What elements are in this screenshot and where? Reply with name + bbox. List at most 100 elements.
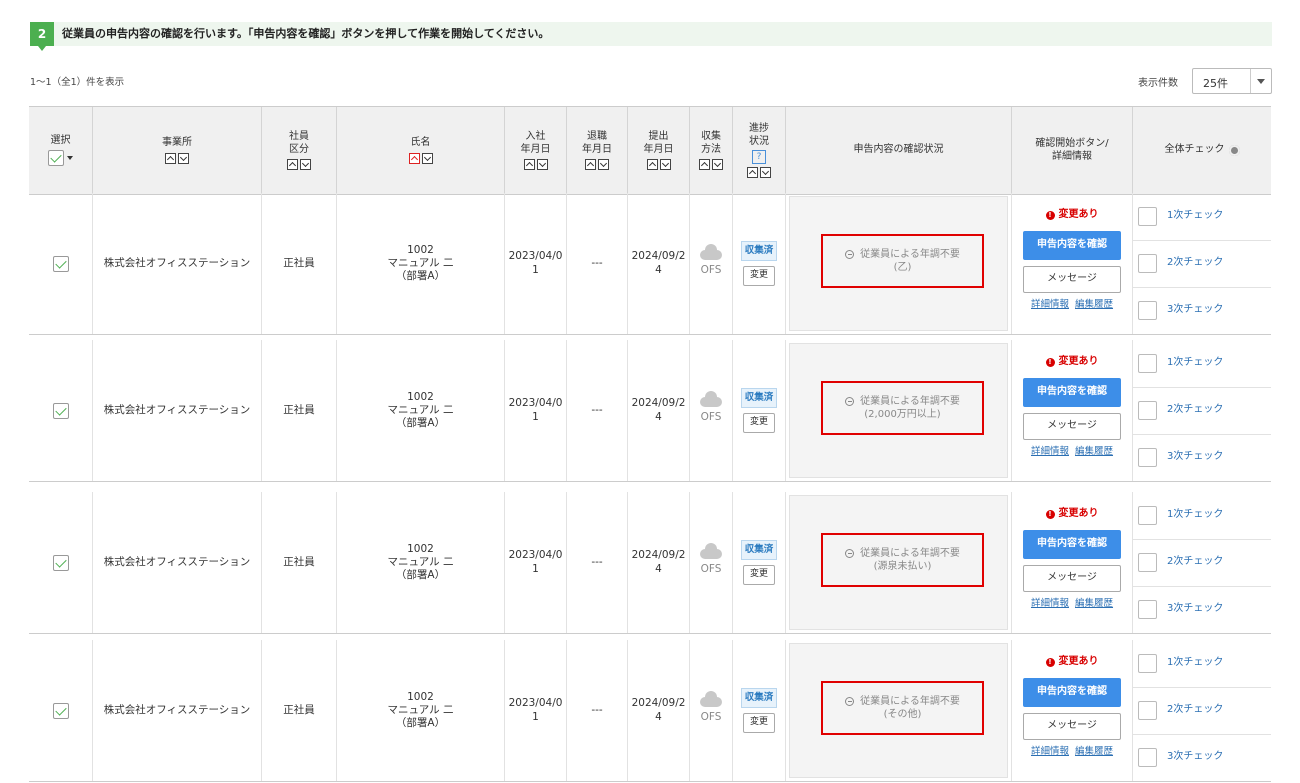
detail-link[interactable]: 詳細情報 — [1031, 598, 1069, 610]
check-row: 2次チェック — [1133, 687, 1271, 735]
sort-asc-icon[interactable] — [523, 159, 535, 170]
change-button[interactable]: 変更 — [742, 413, 775, 433]
message-button[interactable]: メッセージ — [1023, 412, 1121, 440]
sort-desc-icon[interactable] — [536, 159, 548, 170]
history-link[interactable]: 編集履歴 — [1075, 598, 1113, 610]
history-link[interactable]: 編集履歴 — [1075, 746, 1113, 758]
history-link[interactable]: 編集履歴 — [1075, 446, 1113, 458]
message-button[interactable]: メッセージ — [1023, 712, 1121, 740]
check-row: 3次チェック — [1133, 287, 1271, 334]
check-checkbox[interactable] — [1138, 701, 1157, 720]
result-count: 1～1（全1）件を表示 — [30, 77, 125, 88]
sort-asc-icon[interactable] — [646, 159, 658, 170]
change-button[interactable]: 変更 — [742, 266, 775, 286]
header-office-label: 事業所 — [162, 137, 192, 149]
cell-name: 1002 マニュアル 二 （部署A） — [337, 340, 505, 481]
status-panel: 従業員による年調不要 (乙) — [789, 196, 1008, 331]
progress-tag: 収集済 — [740, 688, 778, 709]
sort-desc-icon[interactable] — [178, 152, 189, 164]
header-retire-date-label: 退職 年月日 — [582, 131, 612, 155]
check-label[interactable]: 3次チェック — [1167, 751, 1223, 764]
sort-desc-icon[interactable] — [598, 159, 609, 170]
sort-desc-icon[interactable] — [421, 152, 433, 164]
check-label[interactable]: 1次チェック — [1167, 509, 1223, 522]
cell-checks: 1次チェック 2次チェック 3次チェック — [1133, 640, 1271, 781]
alert-icon: ! — [1045, 657, 1055, 667]
cell-name: 1002 マニュアル 二 （部署A） — [337, 492, 505, 633]
history-link[interactable]: 編集履歴 — [1075, 299, 1113, 311]
message-button[interactable]: メッセージ — [1023, 265, 1121, 293]
sort-asc-icon[interactable] — [585, 159, 596, 170]
check-label[interactable]: 3次チェック — [1167, 603, 1223, 616]
cell-collect-method: OFS — [690, 640, 733, 781]
check-label[interactable]: 2次チェック — [1167, 404, 1223, 417]
select-all-checkbox[interactable] — [48, 150, 64, 167]
check-label[interactable]: 1次チェック — [1167, 210, 1223, 223]
sort-asc-icon[interactable] — [699, 159, 710, 170]
collect-method: OFS — [700, 710, 722, 723]
caret-down-icon[interactable] — [67, 156, 73, 161]
sort-desc-icon[interactable] — [712, 159, 723, 170]
help-icon[interactable]: ? — [752, 150, 766, 164]
confirm-declaration-button[interactable]: 申告内容を確認 — [1023, 377, 1121, 407]
status-highlight: 従業員による年調不要 (源泉未払い) — [821, 533, 984, 587]
sort-asc-icon[interactable] — [165, 152, 176, 164]
check-label[interactable]: 2次チェック — [1167, 704, 1223, 717]
confirm-declaration-button[interactable]: 申告内容を確認 — [1023, 230, 1121, 260]
cell-collect-method: OFS — [690, 492, 733, 633]
sort-desc-icon[interactable] — [300, 159, 311, 170]
detail-link[interactable]: 詳細情報 — [1031, 299, 1069, 311]
status-line1: 従業員による年調不要 — [860, 548, 960, 559]
cell-hire-date: 2023/04/0 1 — [505, 640, 567, 781]
per-page-select[interactable]: 25件 — [1192, 68, 1272, 94]
sort-asc-icon[interactable] — [747, 167, 758, 178]
sort-asc-active-icon[interactable] — [408, 152, 420, 164]
row-checkbox[interactable] — [52, 402, 69, 419]
detail-link[interactable]: 詳細情報 — [1031, 746, 1069, 758]
hire-date: 2023/04/0 1 — [508, 697, 563, 723]
office-name: 株式会社オフィスステーション — [103, 256, 251, 269]
check-label[interactable]: 1次チェック — [1167, 357, 1223, 370]
cell-retire-date: --- — [567, 340, 628, 481]
check-checkbox[interactable] — [1138, 354, 1157, 373]
change-button[interactable]: 変更 — [742, 713, 775, 733]
gear-icon[interactable] — [1228, 145, 1240, 156]
check-checkbox[interactable] — [1138, 448, 1157, 467]
check-checkbox[interactable] — [1138, 654, 1157, 673]
change-button[interactable]: 変更 — [742, 565, 775, 585]
sort-asc-icon[interactable] — [287, 159, 298, 170]
check-checkbox[interactable] — [1138, 748, 1157, 767]
header-all-check: 全体チェック — [1133, 107, 1271, 194]
sort-desc-icon[interactable] — [659, 159, 671, 170]
chevron-down-icon[interactable] — [1250, 69, 1271, 93]
check-label[interactable]: 1次チェック — [1167, 657, 1223, 670]
check-label[interactable]: 2次チェック — [1167, 556, 1223, 569]
check-checkbox[interactable] — [1138, 553, 1157, 572]
employee-dept: （部署A） — [395, 717, 446, 730]
check-checkbox[interactable] — [1138, 207, 1157, 226]
check-checkbox[interactable] — [1138, 506, 1157, 525]
confirm-declaration-button[interactable]: 申告内容を確認 — [1023, 677, 1121, 707]
check-checkbox[interactable] — [1138, 600, 1157, 619]
confirm-declaration-button[interactable]: 申告内容を確認 — [1023, 529, 1121, 559]
row-checkbox[interactable] — [52, 702, 69, 719]
header-submit-date-label: 提出 年月日 — [643, 131, 674, 155]
check-row: 1次チェック — [1133, 640, 1271, 688]
row-checkbox[interactable] — [52, 554, 69, 571]
header-office: 事業所 — [93, 107, 262, 194]
check-label[interactable]: 3次チェック — [1167, 304, 1223, 317]
message-button[interactable]: メッセージ — [1023, 564, 1121, 592]
check-checkbox[interactable] — [1138, 254, 1157, 273]
check-checkbox[interactable] — [1138, 401, 1157, 420]
check-label[interactable]: 3次チェック — [1167, 451, 1223, 464]
cell-progress: 収集済 変更 — [733, 640, 786, 781]
detail-link[interactable]: 詳細情報 — [1031, 446, 1069, 458]
row-checkbox[interactable] — [52, 255, 69, 272]
check-label[interactable]: 2次チェック — [1167, 257, 1223, 270]
sort-desc-icon[interactable] — [760, 167, 771, 178]
employee-type: 正社員 — [283, 256, 315, 269]
check-checkbox[interactable] — [1138, 301, 1157, 320]
cell-employee-type: 正社員 — [262, 193, 337, 334]
changed-label: 変更あり — [1058, 209, 1099, 220]
cell-office: 株式会社オフィスステーション — [93, 340, 262, 481]
